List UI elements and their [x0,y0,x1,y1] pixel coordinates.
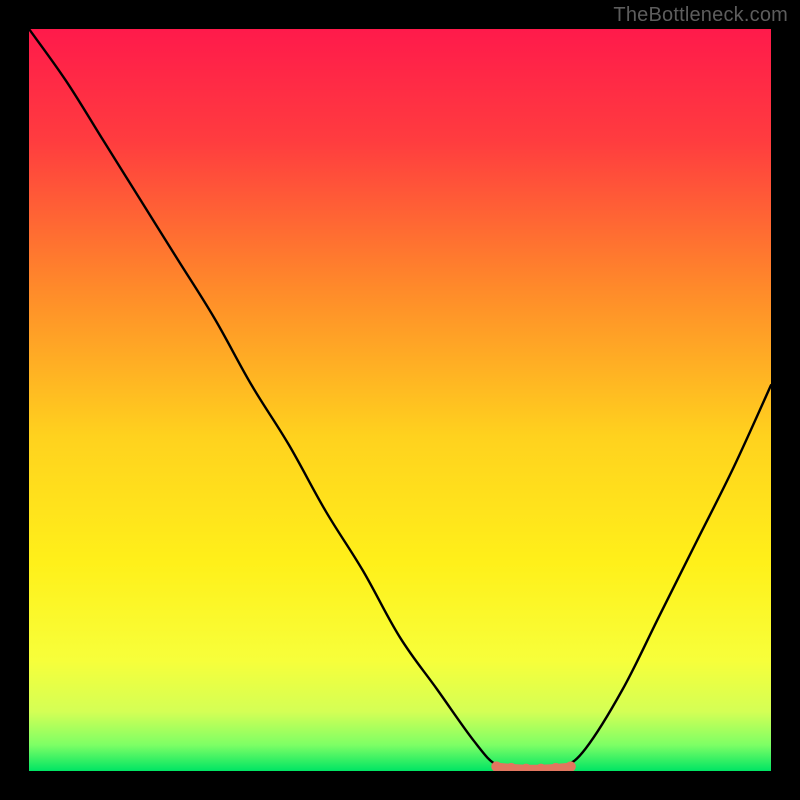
chart-frame: TheBottleneck.com [0,0,800,800]
chart-svg [29,29,771,771]
plot-area [29,29,771,771]
gradient-background [29,29,771,771]
watermark-text: TheBottleneck.com [613,4,788,27]
